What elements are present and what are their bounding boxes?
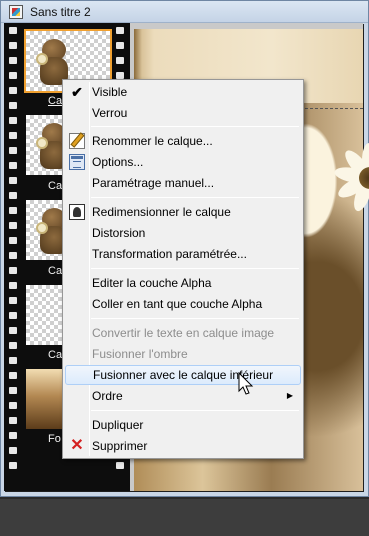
menu-item-label: Redimensionner le calque — [92, 205, 231, 219]
menu-item-rename-layer[interactable]: Renommer le calque... — [65, 131, 301, 151]
delete-icon: ✕ — [70, 437, 84, 454]
menu-item-label: Verrou — [92, 106, 128, 120]
submenu-arrow-icon: ▶ — [286, 391, 293, 400]
menu-item-label: Coller en tant que couche Alpha — [92, 297, 263, 311]
menu-item-distortion[interactable]: Distorsion — [65, 223, 301, 243]
menu-item-label: Ordre — [92, 389, 123, 403]
menu-item-resize-layer[interactable]: Redimensionner le calque — [65, 202, 301, 222]
film-sprockets-left — [9, 27, 17, 477]
menu-item-merge-down[interactable]: Fusionner avec le calque inférieur — [65, 365, 301, 385]
menu-item-label: Dupliquer — [92, 418, 144, 432]
layer-context-menu: ✔ Visible Verrou Renommer le calque... O… — [62, 79, 304, 459]
menu-item-label: Paramétrage manuel... — [92, 176, 215, 190]
options-icon — [69, 154, 85, 170]
menu-item-merge-shadow: Fusionner l'ombre — [65, 344, 301, 364]
menu-item-manual-settings[interactable]: Paramétrage manuel... — [65, 173, 301, 193]
menu-item-paste-as-alpha[interactable]: Coller en tant que couche Alpha — [65, 294, 301, 314]
menu-item-label: Transformation paramétrée... — [92, 247, 247, 261]
title-bar[interactable]: Sans titre 2 — [1, 1, 368, 23]
menu-item-label: Fusionner l'ombre — [92, 347, 188, 361]
menu-item-label: Options... — [92, 155, 144, 169]
rename-icon — [69, 133, 85, 149]
daisy-flower-image — [333, 143, 369, 214]
menu-item-convert-text: Convertir le texte en calque image — [65, 323, 301, 343]
mouse-cursor-icon — [238, 372, 254, 395]
window-title: Sans titre 2 — [30, 5, 91, 19]
menu-separator — [91, 410, 299, 411]
menu-item-visible[interactable]: ✔ Visible — [65, 82, 301, 102]
menu-item-label: Visible — [92, 85, 128, 99]
resize-layer-icon — [69, 204, 85, 220]
menu-item-duplicate[interactable]: Dupliquer — [65, 415, 301, 435]
menu-item-label: Distorsion — [92, 226, 146, 240]
menu-item-options[interactable]: Options... — [65, 152, 301, 172]
bottom-status-area — [0, 497, 369, 536]
menu-item-lock[interactable]: Verrou — [65, 103, 301, 123]
menu-item-delete[interactable]: ✕ Supprimer — [65, 436, 301, 456]
menu-item-parametric-transform[interactable]: Transformation paramétrée... — [65, 244, 301, 264]
menu-separator — [91, 197, 299, 198]
check-icon: ✔ — [71, 84, 83, 100]
menu-item-label: Convertir le texte en calque image — [92, 326, 275, 340]
menu-item-label: Supprimer — [92, 439, 148, 453]
menu-item-order[interactable]: Ordre ▶ — [65, 386, 301, 406]
menu-item-edit-alpha[interactable]: Editer la couche Alpha — [65, 273, 301, 293]
menu-item-label: Renommer le calque... — [92, 134, 213, 148]
menu-separator — [91, 126, 299, 127]
menu-item-label: Editer la couche Alpha — [92, 276, 212, 290]
menu-separator — [91, 268, 299, 269]
menu-separator — [91, 318, 299, 319]
app-icon — [9, 5, 23, 19]
